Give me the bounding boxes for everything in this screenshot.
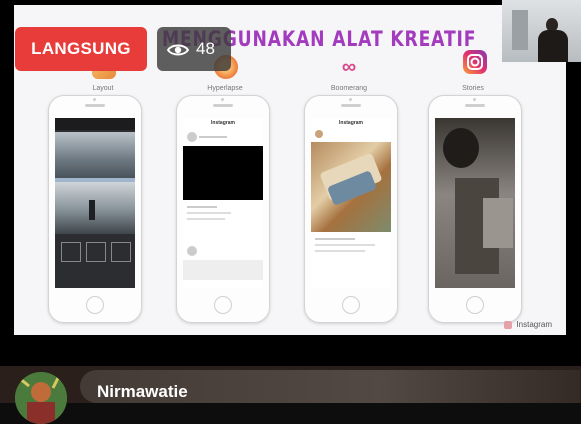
- phone-mockup-layout: [48, 95, 142, 323]
- live-stream-view: MENGGUNAKAN ALAT KREATIF ∞ Layout Hyperl…: [0, 0, 581, 424]
- avatar[interactable]: [15, 372, 67, 424]
- viewer-count-badge: 48: [157, 27, 231, 71]
- app-label-layout: Layout: [92, 85, 114, 92]
- comment-user-name[interactable]: Nirmawatie: [97, 382, 188, 402]
- app-label-hyperlapse: Hyperlapse: [207, 85, 243, 92]
- viewer-count: 48: [196, 39, 215, 58]
- eye-icon: [166, 42, 190, 56]
- instagram-icon: [462, 49, 488, 75]
- slide-instagram-mark: Instagram: [504, 320, 552, 329]
- phone-mockup-boomerang: Instagram: [304, 95, 398, 323]
- phone-header-hyperlapse: Instagram: [211, 120, 235, 126]
- app-label-stories: Stories: [462, 85, 484, 92]
- phone-header-boomerang: Instagram: [339, 120, 363, 126]
- boomerang-app-icon: ∞: [341, 56, 357, 78]
- phone-mockup-hyperlapse: Instagram: [176, 95, 270, 323]
- live-badge: LANGSUNG: [15, 27, 147, 71]
- app-label-boomerang: Boomerang: [330, 85, 368, 92]
- presenter-camera-inset: [502, 0, 581, 62]
- phone-mockup-stories: [428, 95, 522, 323]
